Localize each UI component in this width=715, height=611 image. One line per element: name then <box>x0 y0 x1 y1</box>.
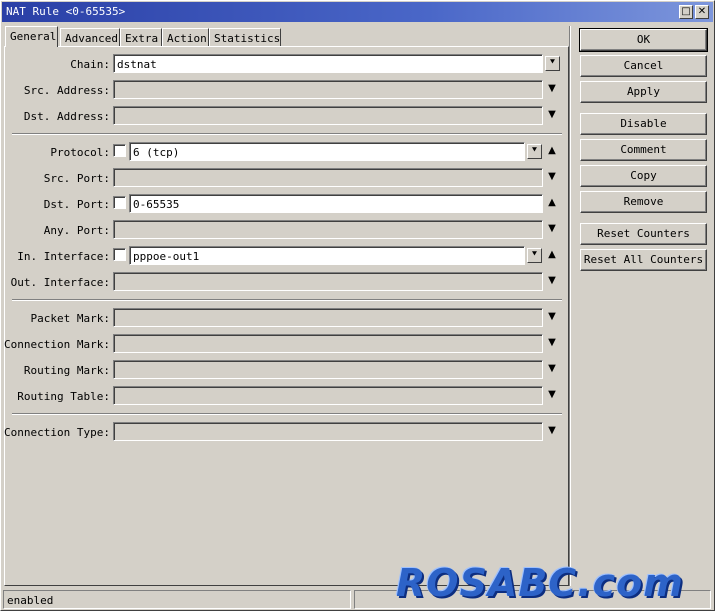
in-interface-dropdown-icon[interactable]: ⯆ <box>527 248 542 263</box>
dst-port-field[interactable]: 0-65535 <box>129 194 543 213</box>
dst-address-row: Dst. Address: ▼ <box>5 106 570 126</box>
window-title: NAT Rule <0-65535> <box>6 5 126 18</box>
dst-port-negate-checkbox[interactable] <box>113 196 126 209</box>
connection-type-expand-icon[interactable]: ▼ <box>546 425 558 437</box>
routing-mark-expand-icon[interactable]: ▼ <box>546 363 558 375</box>
chain-label: Chain: <box>70 58 110 71</box>
any-port-label: Any. Port: <box>43 224 110 237</box>
dst-address-label: Dst. Address: <box>23 110 110 123</box>
comment-button[interactable]: Comment <box>580 139 707 161</box>
separator <box>12 299 562 301</box>
packet-mark-field[interactable] <box>113 308 543 327</box>
tab-advanced[interactable]: Advanced <box>60 28 120 46</box>
divider <box>569 26 571 586</box>
routing-table-label: Routing Table: <box>17 390 110 403</box>
general-panel: Chain: dstnat ⯆ Src. Address: ▼ Dst. Add… <box>4 46 569 586</box>
title-bar[interactable]: NAT Rule <0-65535> □ ✕ <box>2 2 713 22</box>
connection-mark-row: Connection Mark: ▼ <box>4 334 570 354</box>
src-address-expand-icon[interactable]: ▼ <box>546 83 558 95</box>
nat-rule-window: NAT Rule <0-65535> □ ✕ General Advanced … <box>0 0 715 611</box>
routing-table-row: Routing Table: ▼ <box>5 386 570 406</box>
src-address-label: Src. Address: <box>23 84 110 97</box>
any-port-field[interactable] <box>113 220 543 239</box>
watermark-logo: ROSABC.com <box>396 561 684 605</box>
routing-mark-row: Routing Mark: ▼ <box>5 360 570 380</box>
disable-button[interactable]: Disable <box>580 113 707 135</box>
tab-general[interactable]: General <box>5 26 58 47</box>
out-interface-expand-icon[interactable]: ▼ <box>546 275 558 287</box>
protocol-collapse-icon[interactable]: ▲ <box>546 145 558 157</box>
close-icon[interactable]: ✕ <box>695 5 709 19</box>
routing-table-expand-icon[interactable]: ▼ <box>546 389 558 401</box>
separator <box>12 413 562 415</box>
cancel-button[interactable]: Cancel <box>580 55 707 77</box>
dst-port-label: Dst. Port: <box>43 198 110 211</box>
protocol-row: Protocol: 6 (tcp) ⯆ ▲ <box>5 142 570 162</box>
dst-port-collapse-icon[interactable]: ▲ <box>546 197 558 209</box>
maximize-icon[interactable]: □ <box>679 5 693 19</box>
in-interface-collapse-icon[interactable]: ▲ <box>546 249 558 261</box>
protocol-label: Protocol: <box>50 146 110 159</box>
out-interface-label: Out. Interface: <box>10 276 110 289</box>
out-interface-row: Out. Interface: ▼ <box>5 272 570 292</box>
status-state: enabled <box>3 590 351 609</box>
connection-mark-expand-icon[interactable]: ▼ <box>546 337 558 349</box>
src-address-field[interactable] <box>113 80 543 99</box>
connection-type-label: Connection Type: <box>4 426 110 439</box>
chain-dropdown-icon[interactable]: ⯆ <box>545 56 560 71</box>
chain-row: Chain: dstnat ⯆ <box>5 54 570 74</box>
in-interface-label: In. Interface: <box>17 250 110 263</box>
separator <box>12 133 562 135</box>
routing-mark-label: Routing Mark: <box>23 364 110 377</box>
packet-mark-row: Packet Mark: ▼ <box>5 308 570 328</box>
dst-port-row: Dst. Port: 0-65535 ▲ <box>5 194 570 214</box>
routing-table-field[interactable] <box>113 386 543 405</box>
packet-mark-label: Packet Mark: <box>30 312 110 325</box>
reset-all-counters-button[interactable]: Reset All Counters <box>580 249 707 271</box>
connection-mark-field[interactable] <box>113 334 543 353</box>
in-interface-field[interactable]: pppoe-out1 <box>129 246 525 265</box>
protocol-field[interactable]: 6 (tcp) <box>129 142 525 161</box>
apply-button[interactable]: Apply <box>580 81 707 103</box>
tab-statistics[interactable]: Statistics <box>209 28 281 46</box>
any-port-expand-icon[interactable]: ▼ <box>546 223 558 235</box>
connection-mark-label: Connection Mark: <box>4 338 110 351</box>
dst-address-expand-icon[interactable]: ▼ <box>546 109 558 121</box>
protocol-value: 6 (tcp) <box>133 146 180 159</box>
src-port-expand-icon[interactable]: ▼ <box>546 171 558 183</box>
routing-mark-field[interactable] <box>113 360 543 379</box>
in-interface-row: In. Interface: pppoe-out1 ⯆ ▲ <box>5 246 570 266</box>
chain-value: dstnat <box>117 58 157 71</box>
src-port-label: Src. Port: <box>43 172 110 185</box>
dst-port-value: 0-65535 <box>133 198 180 211</box>
src-port-row: Src. Port: ▼ <box>5 168 570 188</box>
packet-mark-expand-icon[interactable]: ▼ <box>546 311 558 323</box>
remove-button[interactable]: Remove <box>580 191 707 213</box>
tab-extra[interactable]: Extra <box>120 28 162 46</box>
connection-type-row: Connection Type: ▼ <box>4 422 570 442</box>
protocol-negate-checkbox[interactable] <box>113 144 126 157</box>
in-interface-value: pppoe-out1 <box>133 250 200 263</box>
src-address-row: Src. Address: ▼ <box>5 80 570 100</box>
src-port-field[interactable] <box>113 168 543 187</box>
tab-action[interactable]: Action <box>162 28 209 46</box>
reset-counters-button[interactable]: Reset Counters <box>580 223 707 245</box>
out-interface-field[interactable] <box>113 272 543 291</box>
protocol-dropdown-icon[interactable]: ⯆ <box>527 144 542 159</box>
ok-button[interactable]: OK <box>579 28 708 52</box>
chain-field[interactable]: dstnat <box>113 54 543 73</box>
in-interface-negate-checkbox[interactable] <box>113 248 126 261</box>
dst-address-field[interactable] <box>113 106 543 125</box>
any-port-row: Any. Port: ▼ <box>5 220 570 240</box>
connection-type-field[interactable] <box>113 422 543 441</box>
copy-button[interactable]: Copy <box>580 165 707 187</box>
